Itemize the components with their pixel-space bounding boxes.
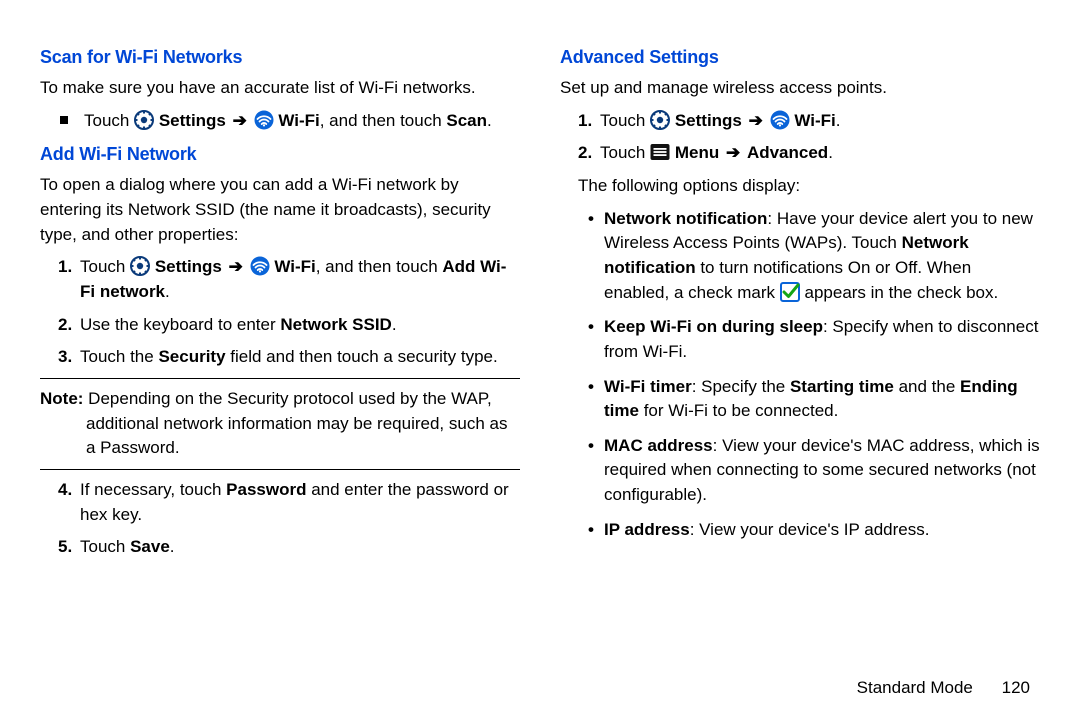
label-ssid: Network SSID bbox=[280, 315, 391, 334]
adv-step-1: Touch Settings ➔ Wi-Fi. bbox=[578, 109, 1040, 134]
text: . bbox=[828, 143, 833, 162]
text: appears in the check box. bbox=[805, 283, 999, 302]
options-list: Network notification: Have your device a… bbox=[560, 207, 1040, 543]
label-wifi: Wi-Fi bbox=[274, 257, 315, 276]
text: Use the keyboard to enter bbox=[80, 315, 280, 334]
text: Touch bbox=[80, 537, 130, 556]
settings-icon bbox=[134, 110, 154, 130]
text: . bbox=[170, 537, 175, 556]
page-body: Scan for Wi-Fi Networks To make sure you… bbox=[0, 0, 1080, 640]
label-password: Password bbox=[226, 480, 306, 499]
text: . bbox=[392, 315, 397, 334]
note-text: Depending on the Security protocol used … bbox=[83, 389, 507, 457]
text: : View your device's IP address. bbox=[690, 520, 930, 539]
label-save: Save bbox=[130, 537, 170, 556]
text: field and then touch a security type. bbox=[226, 347, 498, 366]
arrow-icon: ➔ bbox=[231, 111, 249, 130]
footer: Standard Mode 120 bbox=[857, 678, 1030, 698]
heading-scan: Scan for Wi-Fi Networks bbox=[40, 44, 520, 70]
heading-advanced: Advanced Settings bbox=[560, 44, 1040, 70]
opt-title: Wi-Fi timer bbox=[604, 377, 692, 396]
option-mac-address: MAC address: View your device's MAC addr… bbox=[588, 434, 1040, 508]
text: Touch bbox=[80, 257, 130, 276]
option-wifi-timer: Wi-Fi timer: Specify the Starting time a… bbox=[588, 375, 1040, 424]
scan-steps: Touch Settings ➔ Wi-Fi, and then touch S… bbox=[40, 109, 520, 134]
text: Touch the bbox=[80, 347, 158, 366]
text: : Specify the bbox=[692, 377, 790, 396]
text: for Wi-Fi to be connected. bbox=[639, 401, 838, 420]
label-settings: Settings bbox=[155, 257, 222, 276]
add-steps: Touch Settings ➔ Wi-Fi, and then touch A… bbox=[40, 255, 520, 370]
label-advanced: Advanced bbox=[747, 143, 828, 162]
option-network-notification: Network notification: Have your device a… bbox=[588, 207, 1040, 306]
add-step-1: Touch Settings ➔ Wi-Fi, and then touch A… bbox=[58, 255, 520, 304]
text: . bbox=[165, 282, 170, 301]
label-wifi: Wi-Fi bbox=[278, 111, 319, 130]
add-step-2: Use the keyboard to enter Network SSID. bbox=[58, 313, 520, 338]
text: and the bbox=[894, 377, 960, 396]
text: If necessary, touch bbox=[80, 480, 226, 499]
arrow-icon: ➔ bbox=[724, 143, 742, 162]
rule bbox=[40, 469, 520, 470]
add-steps-cont: If necessary, touch Password and enter t… bbox=[40, 478, 520, 560]
note-label: Note: bbox=[40, 389, 83, 408]
option-ip-address: IP address: View your device's IP addres… bbox=[588, 518, 1040, 543]
label-wifi: Wi-Fi bbox=[794, 111, 835, 130]
text: . bbox=[487, 111, 492, 130]
wifi-icon bbox=[250, 256, 270, 276]
menu-icon bbox=[650, 142, 670, 162]
note-body: Note: Depending on the Security protocol… bbox=[40, 383, 520, 465]
opt-title: Network notification bbox=[604, 209, 767, 228]
text: . bbox=[836, 111, 841, 130]
adv-step-2: Touch Menu ➔ Advanced. bbox=[578, 141, 1040, 166]
adv-steps: Touch Settings ➔ Wi-Fi. Touch Menu ➔ Adv… bbox=[560, 109, 1040, 166]
wifi-icon bbox=[770, 110, 790, 130]
arrow-icon: ➔ bbox=[747, 111, 765, 130]
text: , and then touch bbox=[320, 111, 447, 130]
left-column: Scan for Wi-Fi Networks To make sure you… bbox=[40, 40, 520, 620]
text: , and then touch bbox=[316, 257, 443, 276]
label-start-time: Starting time bbox=[790, 377, 894, 396]
add-intro: To open a dialog where you can add a Wi-… bbox=[40, 173, 520, 247]
opt-title: MAC address bbox=[604, 436, 713, 455]
rule bbox=[40, 378, 520, 379]
label-settings: Settings bbox=[675, 111, 742, 130]
label-scan: Scan bbox=[446, 111, 487, 130]
text: Touch bbox=[600, 143, 650, 162]
label-settings: Settings bbox=[159, 111, 226, 130]
arrow-icon: ➔ bbox=[227, 257, 245, 276]
option-keep-wifi-sleep: Keep Wi-Fi on during sleep: Specify when… bbox=[588, 315, 1040, 364]
label-menu: Menu bbox=[675, 143, 719, 162]
add-step-5: Touch Save. bbox=[58, 535, 520, 560]
wifi-icon bbox=[254, 110, 274, 130]
add-step-4: If necessary, touch Password and enter t… bbox=[58, 478, 520, 527]
opt-title: IP address bbox=[604, 520, 690, 539]
page-number: 120 bbox=[1002, 678, 1030, 697]
settings-icon bbox=[130, 256, 150, 276]
opt-title: Keep Wi-Fi on during sleep bbox=[604, 317, 823, 336]
add-step-3: Touch the Security field and then touch … bbox=[58, 345, 520, 370]
scan-intro: To make sure you have an accurate list o… bbox=[40, 76, 520, 101]
right-column: Advanced Settings Set up and manage wire… bbox=[560, 40, 1040, 620]
checkmark-icon bbox=[780, 282, 800, 302]
adv-intro: Set up and manage wireless access points… bbox=[560, 76, 1040, 101]
heading-add: Add Wi-Fi Network bbox=[40, 141, 520, 167]
text: Touch bbox=[600, 111, 650, 130]
footer-mode: Standard Mode bbox=[857, 678, 973, 697]
options-intro: The following options display: bbox=[560, 174, 1040, 199]
note-block: Note: Depending on the Security protocol… bbox=[40, 378, 520, 470]
text: Touch bbox=[84, 111, 134, 130]
label-security: Security bbox=[158, 347, 225, 366]
settings-icon bbox=[650, 110, 670, 130]
scan-step-1: Touch Settings ➔ Wi-Fi, and then touch S… bbox=[58, 109, 520, 134]
